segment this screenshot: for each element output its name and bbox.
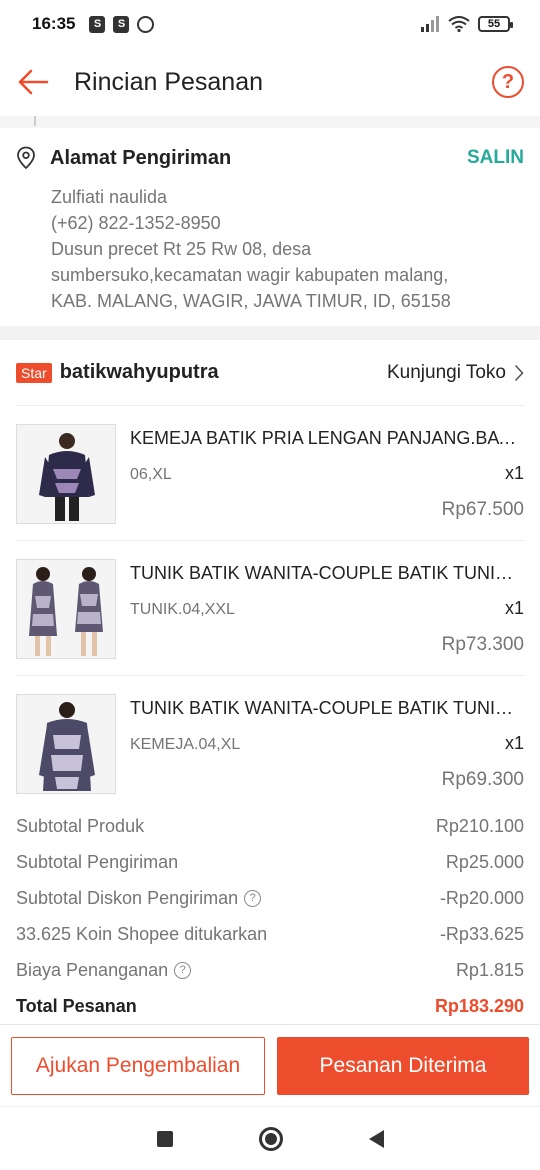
shop-name[interactable]: batikwahyuputra <box>60 361 219 384</box>
order-item[interactable]: TUNIK BATIK WANITA-COUPLE BATIK TUNIK WA… <box>16 676 524 811</box>
coins-value: -Rp33.625 <box>439 923 524 944</box>
product-image <box>16 559 116 659</box>
address-line-2: sumbersuko,kecamatan wagir kabupaten mal… <box>51 265 449 285</box>
summary-row: Subtotal Produk Rp210.100 <box>16 808 524 844</box>
coins-label: 33.625 Koin Shopee ditukarkan <box>16 923 268 944</box>
summary-row: Subtotal Diskon Pengiriman ? -Rp20.000 <box>16 880 524 916</box>
system-navigation-bar <box>0 1106 540 1170</box>
order-item[interactable]: KEMEJA BATIK PRIA LENGAN PANJANG.BATIK P… <box>16 406 524 541</box>
product-image <box>16 694 116 794</box>
product-image <box>16 424 116 524</box>
address-title: Alamat Pengiriman <box>50 146 232 169</box>
product-variant: TUNIK.04,XXL <box>130 601 235 618</box>
product-quantity: x1 <box>504 463 524 483</box>
star-seller-badge: Star <box>16 362 52 383</box>
summary-row: 33.625 Koin Shopee ditukarkan -Rp33.625 <box>16 916 524 952</box>
arrow-left-icon <box>18 69 49 95</box>
back-button[interactable] <box>0 48 68 116</box>
order-total-value: Rp183.290 <box>434 995 524 1016</box>
page-title: Rincian Pesanan <box>74 67 264 96</box>
product-name: TUNIK BATIK WANITA-COUPLE BATIK TUNIK WA… <box>130 698 524 718</box>
recipient-phone: (+62) 822-1352-8950 <box>51 213 221 233</box>
copy-address-button[interactable]: SALIN <box>467 147 524 169</box>
order-received-button[interactable]: Pesanan Diterima <box>277 1036 529 1095</box>
home-icon[interactable] <box>258 1126 283 1151</box>
shipping-discount-value: -Rp20.000 <box>439 887 524 908</box>
order-item[interactable]: TUNIK BATIK WANITA-COUPLE BATIK TUNIK WA… <box>16 541 524 676</box>
shipping-discount-label: Subtotal Diskon Pengiriman <box>16 887 239 908</box>
section-divider <box>0 326 540 340</box>
question-circle-icon[interactable]: ? <box>174 961 192 979</box>
product-quantity: x1 <box>504 598 524 618</box>
order-summary: Subtotal Produk Rp210.100 Subtotal Pengi… <box>16 808 524 1024</box>
product-variant: 06,XL <box>130 466 172 483</box>
summary-total-row: Total Pesanan Rp183.290 <box>16 988 524 1024</box>
handling-fee-label: Biaya Penanganan <box>16 959 169 980</box>
product-variant: KEMEJA.04,XL <box>130 736 241 753</box>
battery-level: 55 <box>487 18 501 30</box>
summary-row: Biaya Penanganan ? Rp1.815 <box>16 952 524 988</box>
back-triangle-icon[interactable] <box>368 1129 384 1148</box>
subtotal-shipping-label: Subtotal Pengiriman <box>16 851 179 872</box>
question-icon: ? <box>501 70 515 93</box>
product-name: KEMEJA BATIK PRIA LENGAN PANJANG.BATIK P… <box>130 428 524 448</box>
wifi-icon <box>448 16 470 32</box>
product-name: TUNIK BATIK WANITA-COUPLE BATIK TUNIK WA… <box>130 563 524 583</box>
handling-fee-value: Rp1.815 <box>455 959 524 980</box>
product-price: Rp73.300 <box>441 634 524 655</box>
status-bar: 16:35 S S 55 <box>0 0 540 48</box>
order-total-label: Total Pesanan <box>16 995 137 1016</box>
battery-icon: 55 <box>478 16 513 32</box>
status-time: 16:35 <box>32 14 76 33</box>
bottom-action-bar: Ajukan Pengembalian Pesanan Diterima <box>0 1024 540 1106</box>
visit-shop-button[interactable]: Kunjungi Toko <box>387 362 524 384</box>
product-price: Rp67.500 <box>441 499 524 520</box>
location-pin-icon <box>17 146 35 170</box>
visit-shop-label: Kunjungi Toko <box>386 361 506 383</box>
divider <box>0 116 540 128</box>
order-items-section: Star batikwahyuputra Kunjungi Toko KEMEJ… <box>0 340 540 1020</box>
shopee-notification-icon-2: S <box>113 15 130 33</box>
shopee-notification-icon: S <box>89 15 106 33</box>
app-bar: Rincian Pesanan ? <box>0 48 540 116</box>
subtotal-product-label: Subtotal Produk <box>16 815 145 836</box>
recent-apps-icon[interactable] <box>156 1130 173 1147</box>
subtotal-shipping-value: Rp25.000 <box>445 851 524 872</box>
recipient-name: Zulfiati naulida <box>51 187 168 207</box>
request-return-button[interactable]: Ajukan Pengembalian <box>11 1036 265 1095</box>
product-quantity: x1 <box>504 733 524 753</box>
address-line-3: KAB. MALANG, WAGIR, JAWA TIMUR, ID, 6515… <box>51 291 451 311</box>
subtotal-product-value: Rp210.100 <box>435 815 524 836</box>
help-button[interactable]: ? <box>492 66 524 98</box>
whatsapp-notification-icon <box>137 15 155 33</box>
question-circle-icon[interactable]: ? <box>244 889 262 907</box>
signal-icon <box>421 16 439 32</box>
shipping-address-section: Alamat Pengiriman SALIN Zulfiati naulida… <box>0 128 540 326</box>
chevron-right-icon <box>514 364 524 381</box>
summary-row: Subtotal Pengiriman Rp25.000 <box>16 844 524 880</box>
shop-header: Star batikwahyuputra Kunjungi Toko <box>16 340 524 406</box>
product-price: Rp69.300 <box>441 769 524 790</box>
address-line-1: Dusun precet Rt 25 Rw 08, desa <box>51 239 312 259</box>
